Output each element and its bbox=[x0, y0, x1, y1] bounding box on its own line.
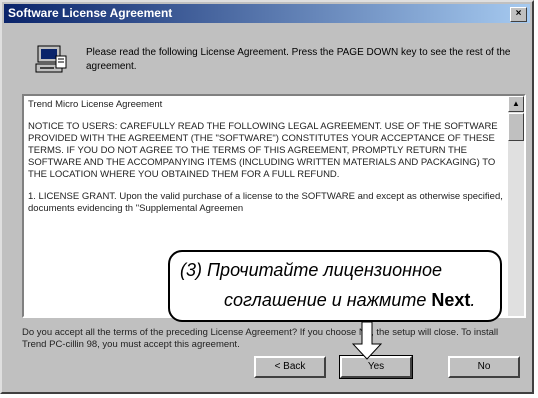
scroll-thumb[interactable] bbox=[508, 113, 524, 141]
license-notice: NOTICE TO USERS: CAREFULLY READ THE FOLL… bbox=[28, 121, 498, 180]
computer-icon bbox=[34, 44, 68, 76]
callout-next-label: Next bbox=[431, 290, 471, 310]
back-button[interactable]: < Back bbox=[254, 356, 326, 378]
instruction-callout: (3) Прочитайте лицензионное соглашение и… bbox=[168, 250, 502, 322]
down-arrow-icon bbox=[351, 321, 383, 360]
scroll-up-arrow-icon[interactable]: ▲ bbox=[508, 96, 524, 112]
license-grant: 1. LICENSE GRANT. Upon the valid purchas… bbox=[28, 191, 503, 214]
no-button[interactable]: No bbox=[448, 356, 520, 378]
callout-text-2: соглашение и нажмите bbox=[224, 290, 432, 310]
license-content: Trend Micro License Agreement NOTICE TO … bbox=[28, 99, 508, 225]
accept-question: Do you accept all the terms of the prece… bbox=[22, 327, 499, 350]
dialog-title: Software License Agreement bbox=[8, 6, 173, 20]
callout-line-2: соглашение и нажмите Next. bbox=[224, 290, 475, 311]
callout-period: . bbox=[470, 290, 476, 310]
license-heading: Trend Micro License Agreement bbox=[28, 99, 163, 110]
license-scrollbar[interactable]: ▲ bbox=[508, 96, 524, 316]
close-button[interactable]: × bbox=[510, 7, 527, 22]
callout-step: (3) bbox=[180, 260, 202, 280]
callout-text-1: Прочитайте лицензионное bbox=[207, 260, 443, 280]
callout-line-1: (3) Прочитайте лицензионное bbox=[180, 260, 442, 281]
intro-text: Please read the following License Agreem… bbox=[86, 47, 511, 72]
dialog-titlebar: Software License Agreement × bbox=[4, 4, 530, 23]
